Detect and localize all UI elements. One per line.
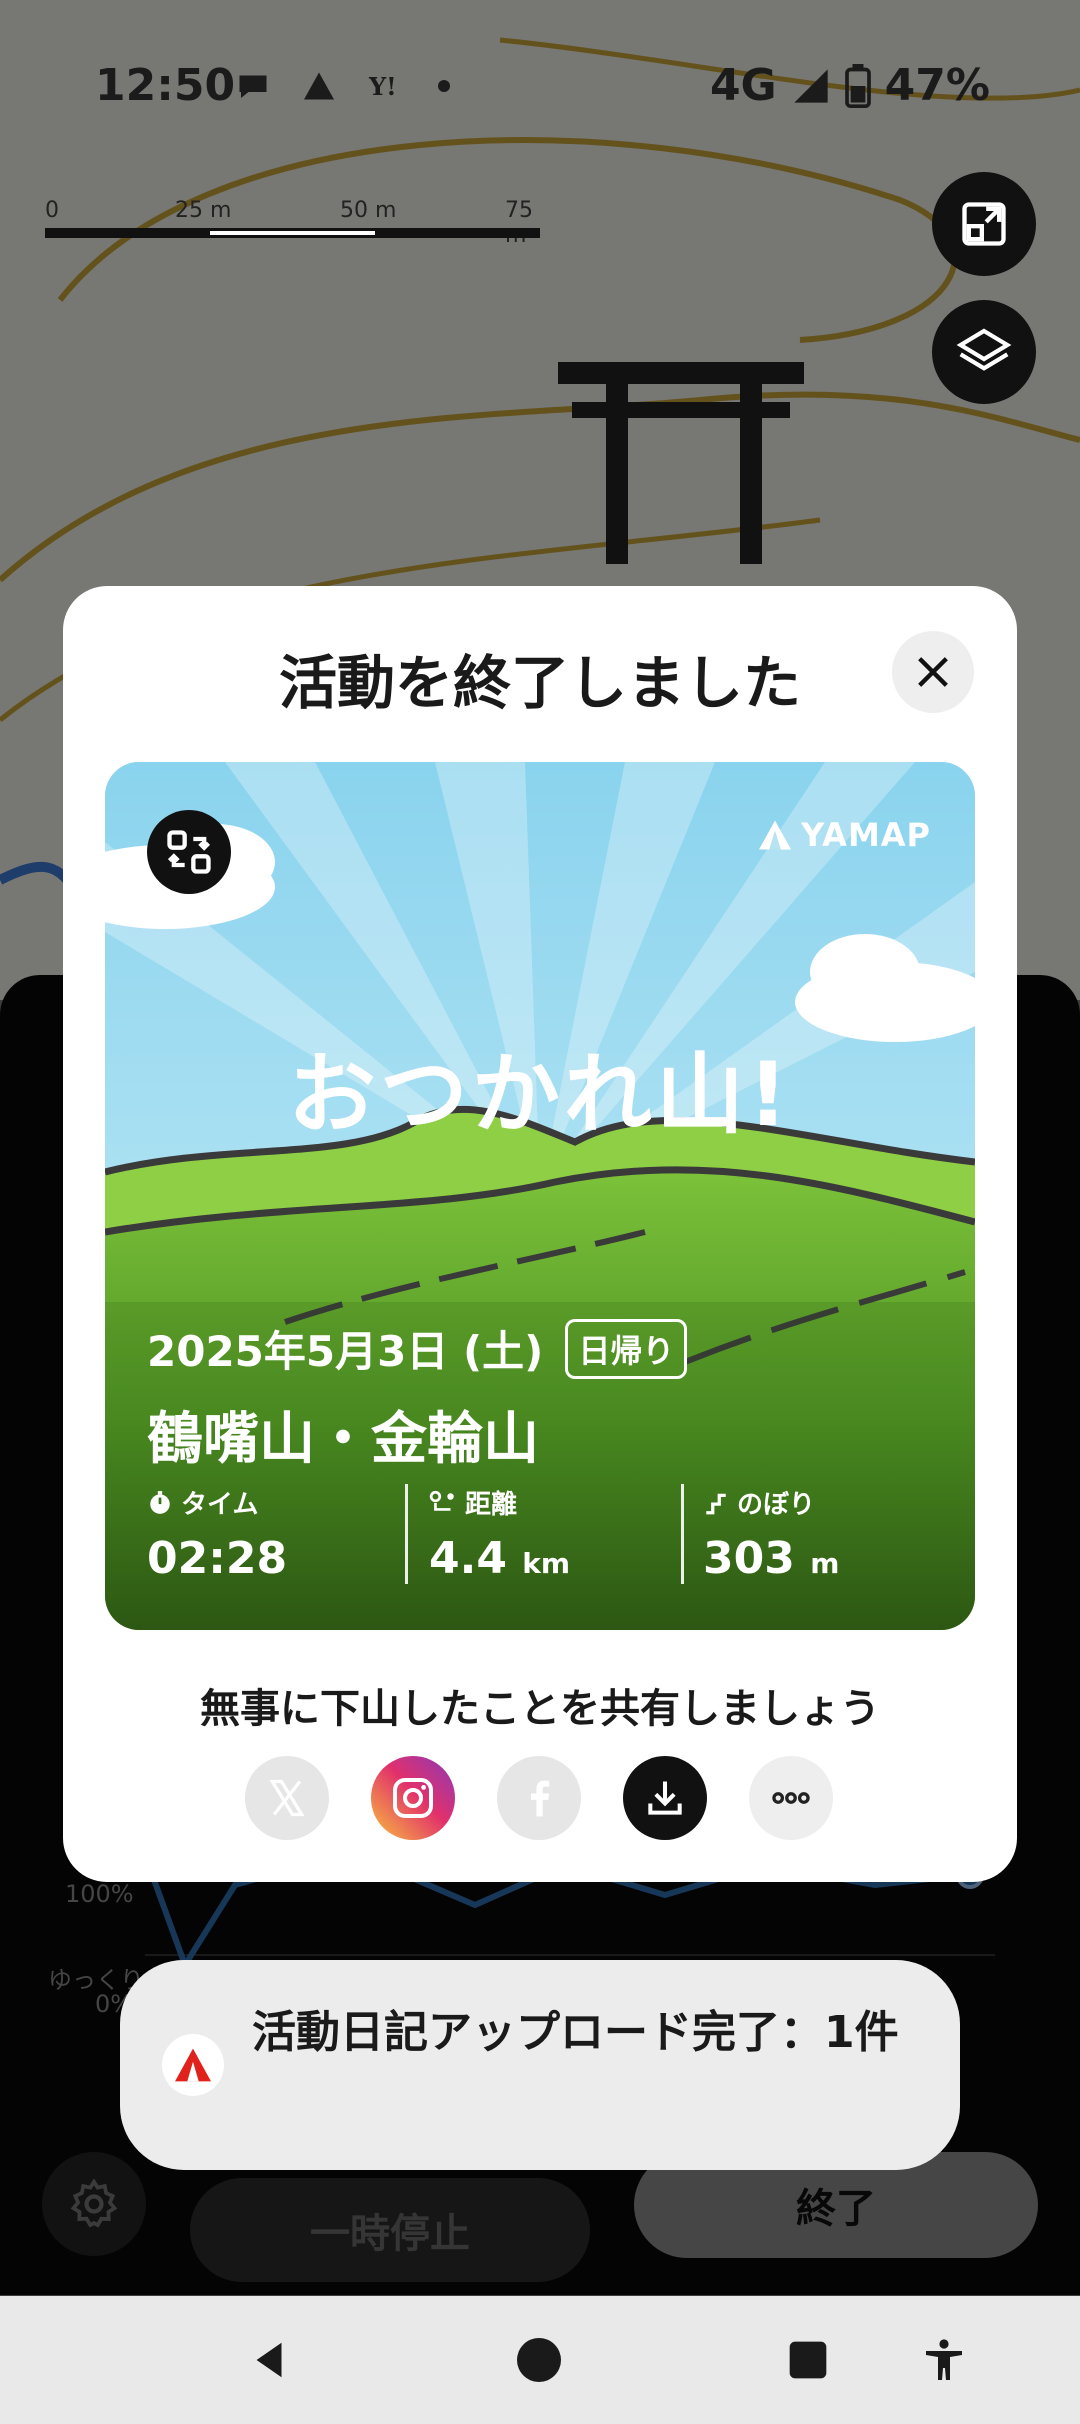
toast-message: 活動日記アップロード完了：1件	[252, 2007, 899, 2058]
dialog-title: 活動を終了しました	[278, 649, 801, 717]
more-notifications-dot-icon	[438, 80, 450, 92]
stat-divider	[405, 1484, 408, 1584]
accessibility-icon	[926, 2339, 962, 2380]
status-time: 12:50	[95, 60, 236, 111]
share-more-button[interactable]	[749, 1756, 833, 1840]
scale-label-75: 75 m	[505, 198, 533, 248]
toast-app-icon	[162, 2034, 224, 2096]
nav-home-button[interactable]	[509, 2330, 569, 2390]
share-x-button[interactable]	[245, 1756, 329, 1840]
download-icon	[648, 1781, 682, 1815]
activity-stats: タイム 02:28 距離 4.4 km のぼり 303 m	[147, 1484, 947, 1584]
brand-name: YAMAP	[801, 816, 931, 854]
close-icon	[918, 657, 948, 687]
layers-icon	[956, 328, 1012, 371]
activity-date-row: 2025年5月3日 (土) 日帰り	[147, 1318, 688, 1379]
stat-distance-unit: km	[522, 1547, 571, 1580]
stat-ascent-unit: m	[810, 1547, 840, 1580]
share-facebook-button[interactable]	[497, 1756, 581, 1840]
layers-button[interactable]	[932, 300, 1036, 404]
ascent-icon	[706, 1493, 726, 1514]
system-navigation-bar	[0, 2296, 1080, 2424]
stat-divider	[681, 1484, 684, 1584]
back-icon	[256, 2342, 282, 2378]
x-icon	[269, 1779, 305, 1817]
signal-icon	[794, 68, 828, 103]
chat-bubble-icon	[239, 75, 267, 98]
yamap-notification-icon	[304, 72, 334, 100]
scale-label-0: 0	[45, 198, 59, 223]
upload-complete-toast: 活動日記アップロード完了：1件	[120, 1960, 960, 2170]
stat-distance-value: 4.4	[429, 1533, 507, 1584]
download-button[interactable]	[623, 1756, 707, 1840]
status-bar: 12:50 Y! 4G 47%	[0, 50, 1080, 130]
nav-recents-button[interactable]	[778, 2330, 838, 2390]
network-type: 4G	[709, 60, 777, 111]
nav-back-button[interactable]	[240, 2330, 300, 2390]
home-icon	[517, 2338, 561, 2382]
stat-ascent: のぼり 303 m	[703, 1484, 839, 1584]
instagram-icon	[393, 1778, 433, 1818]
yamap-logo-icon	[175, 2048, 211, 2082]
route-pin-icon	[429, 1490, 454, 1511]
trip-type-badge: 日帰り	[565, 1318, 688, 1379]
stat-time: タイム 02:28	[147, 1484, 287, 1584]
svg-text:Y!: Y!	[368, 72, 397, 101]
summary-card: YAMAP おつかれ山! 2025年5月3日 (土) 日帰り 鶴嘴山・金輪山 タ…	[105, 762, 975, 1630]
scale-label-25: 25 m	[175, 198, 232, 223]
stat-distance: 距離 4.4 km	[429, 1484, 570, 1584]
stat-time-value: 02:28	[147, 1533, 288, 1584]
yahoo-icon: Y!	[368, 72, 397, 101]
stat-distance-label: 距離	[465, 1490, 518, 1520]
scale-label-50: 50 m	[340, 198, 397, 223]
stopwatch-icon	[150, 1490, 170, 1514]
close-button[interactable]	[892, 631, 974, 713]
recents-icon	[789, 2341, 827, 2379]
card-headline: おつかれ山!	[287, 1043, 793, 1146]
mountain-name: 鶴嘴山・金輪山	[147, 1407, 539, 1472]
activity-finished-dialog: 活動を終了しました YAMAP おつかれ山! 2025年5月3日 (土) 日帰り…	[63, 586, 1017, 1882]
battery-icon	[844, 63, 871, 108]
stat-ascent-value: 303	[703, 1533, 795, 1584]
yamap-brand: YAMAP	[757, 816, 931, 854]
stat-ascent-label: のぼり	[737, 1490, 816, 1520]
share-instagram-button[interactable]	[371, 1756, 455, 1840]
share-buttons	[245, 1756, 833, 1840]
swap-design-button[interactable]	[147, 810, 231, 894]
yamap-logo-icon	[759, 820, 792, 850]
nav-accessibility-button[interactable]	[914, 2330, 974, 2390]
facebook-icon	[530, 1780, 550, 1817]
swap-design-icon	[167, 830, 211, 874]
activity-date: 2025年5月3日 (土)	[147, 1327, 544, 1376]
share-prompt: 無事に下山したことを共有しましょう	[200, 1686, 880, 1732]
map-scale-bar: 0 25 m 50 m 75 m	[45, 198, 545, 248]
expand-map-button[interactable]	[932, 172, 1036, 276]
battery-percent: 47%	[884, 60, 990, 111]
expand-map-icon	[962, 202, 1006, 246]
more-icon	[772, 1792, 810, 1804]
stat-time-label: タイム	[181, 1490, 259, 1520]
